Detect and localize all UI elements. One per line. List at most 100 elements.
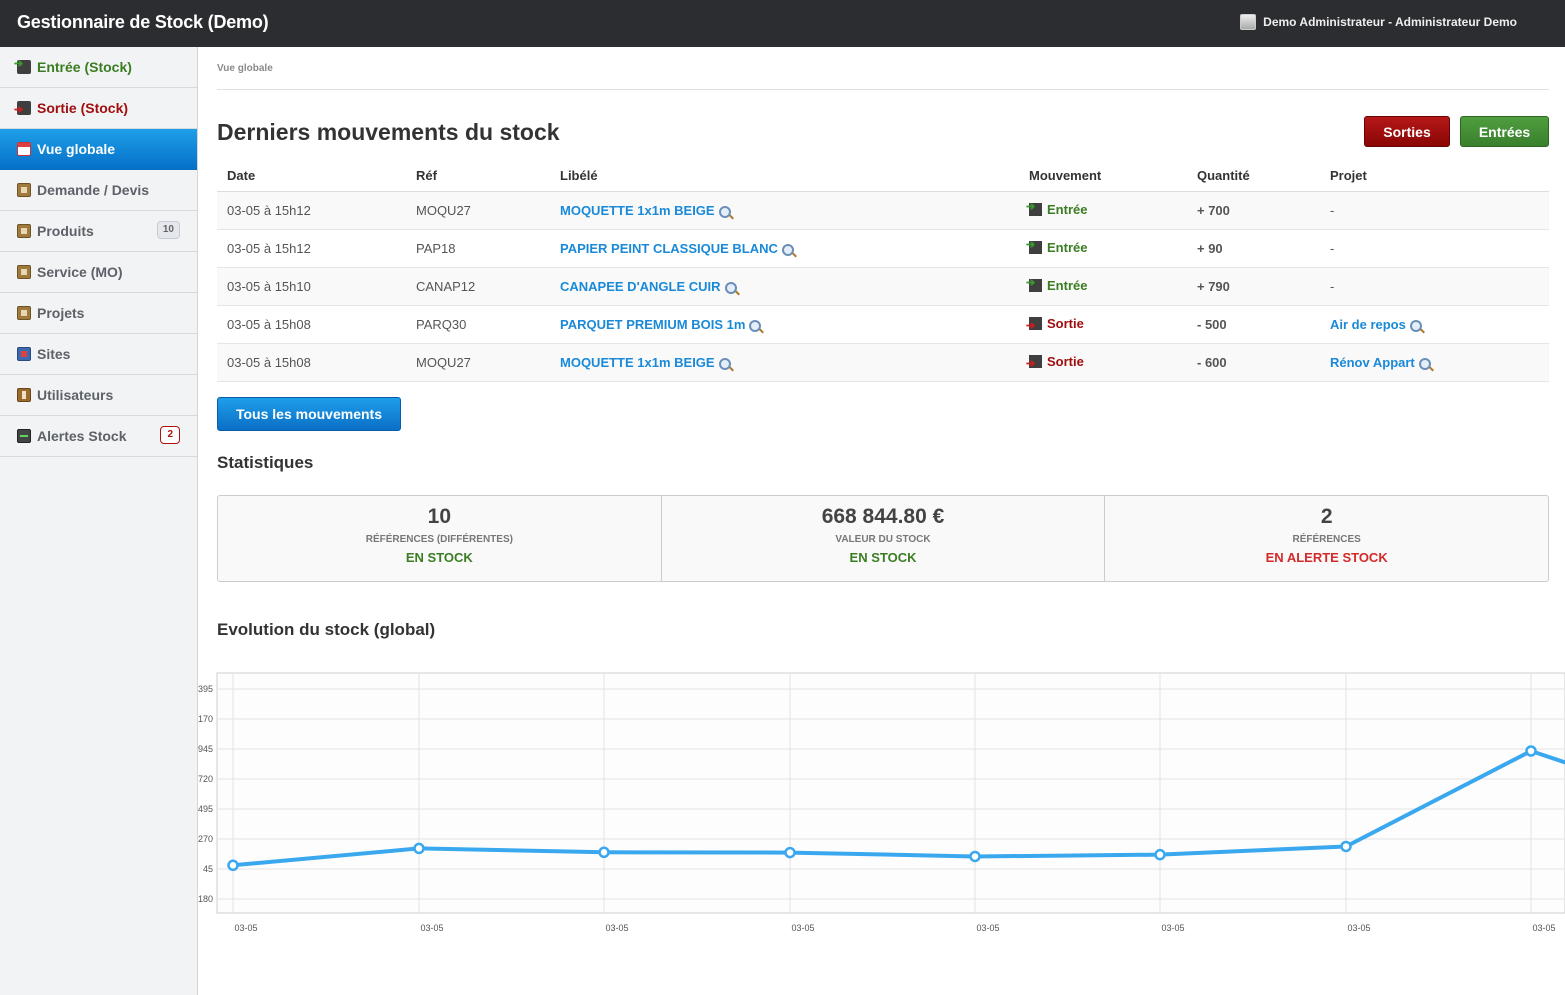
product-link[interactable]: MOQUETTE 1x1m BEIGE [560, 355, 715, 370]
cell-movement: Sortie [1019, 343, 1187, 382]
entrees-button[interactable]: Entrées [1460, 116, 1549, 147]
cell-movement: Entrée [1019, 191, 1187, 230]
cell-quantity: + 700 [1187, 191, 1320, 230]
stat-card-alerts: 2 RÉFÉRENCES EN ALERTE STOCK [1105, 496, 1548, 581]
box-icon [17, 265, 31, 279]
column-header-label: Libélé [550, 159, 1019, 192]
sidebar: Entrée (Stock) Sortie (Stock) Vue global… [0, 47, 198, 995]
sidebar-item-label: Projets [37, 305, 85, 321]
data-point [1340, 840, 1352, 853]
movement-label: Entrée [1047, 202, 1088, 217]
user-avatar-icon [1240, 14, 1257, 30]
box-icon [17, 306, 31, 320]
product-link[interactable]: MOQUETTE 1x1m BEIGE [560, 203, 715, 218]
product-link[interactable]: CANAPEE D'ANGLE CUIR [560, 279, 721, 294]
chart-title: Evolution du stock (global) [217, 620, 436, 639]
sidebar-item-vue-globale[interactable]: Vue globale [0, 129, 197, 170]
sidebar-item-label: Sites [37, 346, 71, 362]
cell-label: PARQUET PREMIUM BOIS 1m [550, 305, 1019, 344]
product-link[interactable]: PAPIER PEINT CLASSIQUE BLANC [560, 241, 778, 256]
cell-movement: Entrée [1019, 229, 1187, 268]
top-bar: Gestionnaire de Stock (Demo) Demo Admini… [0, 0, 1565, 47]
movement-label: Entrée [1047, 240, 1088, 255]
sidebar-item-service[interactable]: Service (MO) [0, 252, 197, 293]
all-movements-button[interactable]: Tous les mouvements [217, 397, 401, 431]
user-name[interactable]: Demo Administrateur - Administrateur Dem… [1263, 15, 1517, 29]
stock-out-icon [14, 101, 31, 116]
magnifier-icon[interactable] [718, 205, 731, 218]
cell-project: Rénov Appart [1320, 343, 1549, 382]
stat-card-stock-value: 668 844.80 € VALEUR DU STOCK EN STOCK [662, 496, 1106, 581]
stat-label: RÉFÉRENCES (DIFFÉRENTES) [365, 534, 513, 545]
y-tick-label: 720 [198, 774, 213, 784]
sidebar-item-utilisateurs[interactable]: Utilisateurs [0, 375, 197, 416]
box-icon [17, 183, 31, 197]
table-row: 03-05 à 15h12 MOQU27 MOQUETTE 1x1m BEIGE… [217, 191, 1549, 230]
app-title[interactable]: Gestionnaire de Stock (Demo) [17, 12, 269, 33]
x-tick-label: 03-05 [791, 923, 814, 933]
page-title: Derniers mouvements du stock [217, 119, 560, 145]
data-point [969, 850, 981, 863]
project-link[interactable]: Air de repos [1330, 317, 1406, 332]
cell-label: MOQUETTE 1x1m BEIGE [550, 343, 1019, 382]
data-point [227, 859, 239, 872]
column-header-quantity: Quantité [1187, 159, 1320, 192]
stock-in-icon [1026, 200, 1042, 216]
sidebar-item-produits[interactable]: Produits 10 [0, 211, 197, 252]
y-tick-label: 395 [198, 684, 213, 694]
breadcrumb[interactable]: Vue globale [217, 63, 273, 74]
stats-title: Statistiques [217, 453, 314, 472]
cell-movement: Sortie [1019, 305, 1187, 344]
sidebar-item-projets[interactable]: Projets [0, 293, 197, 334]
magnifier-icon[interactable] [1409, 319, 1422, 332]
alert-count-badge: 2 [160, 426, 180, 444]
movements-table: Date Réf Libélé Mouvement Quantité Proje… [217, 159, 1549, 382]
stat-card-references: 10 RÉFÉRENCES (DIFFÉRENTES) EN STOCK [218, 496, 662, 581]
x-tick-label: 03-05 [605, 923, 628, 933]
y-tick-label: 180 [198, 894, 213, 904]
cell-date: 03-05 à 15h12 [217, 191, 406, 230]
sidebar-item-label: Sortie (Stock) [37, 100, 129, 116]
cell-project: Air de repos [1320, 305, 1549, 344]
magnifier-icon[interactable] [724, 281, 737, 294]
cell-quantity: - 500 [1187, 305, 1320, 344]
project-link[interactable]: Rénov Appart [1330, 355, 1415, 370]
sidebar-item-alertes-stock[interactable]: Alertes Stock 2 [0, 416, 197, 457]
sidebar-item-demande-devis[interactable]: Demande / Devis [0, 170, 197, 211]
magnifier-icon[interactable] [718, 357, 731, 370]
stat-sublabel: EN ALERTE STOCK [1265, 550, 1388, 565]
magnifier-icon[interactable] [781, 243, 794, 256]
product-link[interactable]: PARQUET PREMIUM BOIS 1m [560, 317, 745, 332]
movement-label: Sortie [1047, 354, 1084, 369]
cell-quantity: + 90 [1187, 229, 1320, 268]
sidebar-item-sortie[interactable]: Sortie (Stock) [0, 88, 197, 129]
magnifier-icon[interactable] [749, 319, 762, 332]
cell-date: 03-05 à 15h10 [217, 267, 406, 306]
cell-label: MOQUETTE 1x1m BEIGE [550, 191, 1019, 230]
column-header-ref: Réf [406, 159, 550, 192]
column-header-project: Projet [1320, 159, 1549, 192]
magnifier-icon[interactable] [1418, 357, 1431, 370]
x-tick-label: 03-05 [1347, 923, 1370, 933]
stock-in-icon [14, 57, 31, 74]
sidebar-item-entree[interactable]: Entrée (Stock) [0, 47, 197, 88]
cell-ref: MOQU27 [406, 343, 550, 382]
stock-in-icon [1026, 238, 1042, 254]
cell-ref: PAP18 [406, 229, 550, 268]
user-menu[interactable]: Demo Administrateur - Administrateur Dem… [1240, 14, 1517, 30]
cell-project: - [1320, 229, 1549, 268]
x-tick-label: 03-05 [1532, 923, 1555, 933]
cell-quantity: + 790 [1187, 267, 1320, 306]
cell-date: 03-05 à 15h12 [217, 229, 406, 268]
x-tick-label: 03-05 [420, 923, 443, 933]
table-row: 03-05 à 15h12 PAP18 PAPIER PEINT CLASSIQ… [217, 229, 1549, 268]
alert-chart-icon [17, 429, 31, 443]
cell-project: - [1320, 267, 1549, 306]
stock-out-icon [1026, 355, 1042, 370]
stat-value: 10 [427, 505, 452, 528]
cell-movement: Entrée [1019, 267, 1187, 306]
stock-evolution-chart: 395 170 945 720 495 270 45 180 03-05 03-05 03-05 03… [198, 672, 1565, 933]
sidebar-item-sites[interactable]: Sites [0, 334, 197, 375]
data-point [413, 842, 425, 855]
sorties-button[interactable]: Sorties [1364, 116, 1450, 147]
